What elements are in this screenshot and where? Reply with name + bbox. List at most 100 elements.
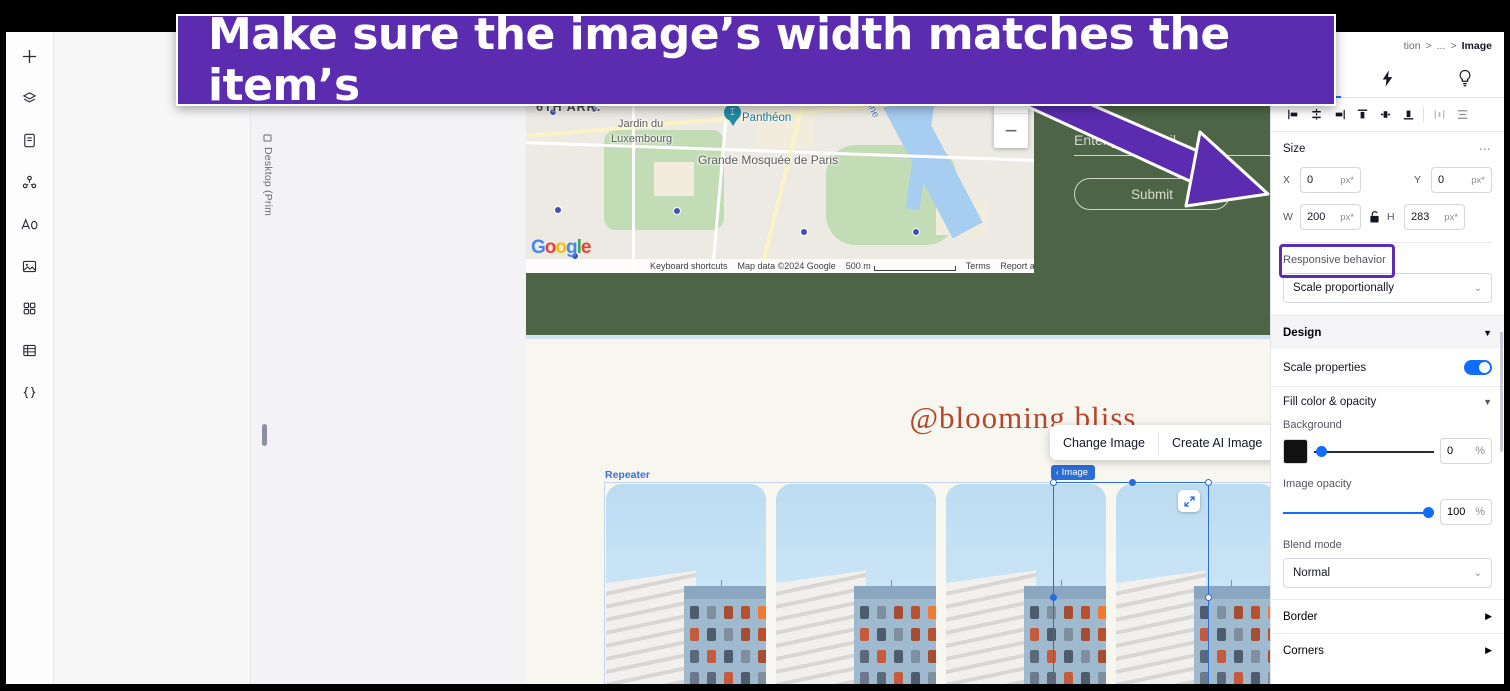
building-window — [707, 628, 716, 641]
map-keyboard-shortcuts[interactable]: Keyboard shortcuts — [650, 261, 728, 271]
text-theme-icon[interactable] — [14, 208, 46, 240]
repeater-card[interactable] — [946, 484, 1106, 684]
building-white — [1116, 570, 1206, 684]
background-label: Background — [1283, 419, 1342, 431]
background-color-swatch[interactable] — [1283, 438, 1308, 464]
breadcrumb-sep: > — [1425, 40, 1432, 52]
map-transit-dot — [800, 228, 808, 236]
y-unit: px* — [1471, 174, 1485, 186]
breadcrumb-sep: > — [1450, 40, 1457, 52]
building-window — [1047, 628, 1056, 641]
blend-mode-select[interactable]: Normal ⌄ — [1283, 558, 1492, 588]
background-row: 0 % — [1283, 438, 1492, 464]
design-section-header[interactable]: Design ▼ — [1271, 315, 1504, 349]
apps-icon[interactable] — [14, 292, 46, 324]
h-value: 283 — [1411, 211, 1430, 223]
site-structure-icon[interactable] — [14, 166, 46, 198]
inspector-scrollbar[interactable] — [1500, 332, 1503, 452]
create-ai-image-button[interactable]: Create AI Image — [1159, 425, 1270, 460]
size-more-options-icon[interactable]: ⋯ — [1479, 142, 1492, 156]
selection-tag[interactable]: ‹ Image — [1051, 465, 1096, 480]
layers-icon[interactable] — [14, 82, 46, 114]
building-window — [1217, 650, 1226, 663]
building-window — [741, 672, 750, 684]
align-middle-vertical-icon[interactable] — [1375, 104, 1395, 126]
border-section-header[interactable]: Border ▶ — [1271, 599, 1504, 633]
building-window — [741, 650, 750, 663]
map-terms-link[interactable]: Terms — [966, 261, 991, 271]
responsive-behavior-select[interactable]: Scale proportionally ⌄ — [1283, 273, 1492, 303]
breadcrumb-start[interactable]: tion — [1404, 40, 1421, 52]
background-opacity-field[interactable]: 0 % — [1440, 438, 1492, 464]
scale-properties-toggle[interactable] — [1464, 360, 1492, 375]
image-opacity-value: 100 — [1447, 506, 1466, 518]
building-window — [1064, 650, 1073, 663]
cms-icon[interactable] — [14, 334, 46, 366]
building-blue — [1194, 580, 1270, 684]
y-field[interactable]: 0 px* — [1431, 167, 1492, 193]
height-field[interactable]: 283 px* — [1404, 204, 1465, 230]
slider-knob[interactable] — [1423, 506, 1434, 518]
building-window — [911, 672, 920, 684]
responsive-behavior-label: Responsive behavior — [1283, 254, 1386, 266]
media-icon[interactable] — [14, 250, 46, 282]
pages-icon[interactable] — [14, 124, 46, 156]
map-label: Luxembourg — [611, 133, 673, 145]
aspect-lock-icon[interactable] — [1367, 210, 1381, 224]
canvas-left-resize-handle[interactable] — [262, 424, 267, 446]
building-window — [1064, 606, 1073, 619]
map-label: Grande Mosquée de Paris — [698, 153, 839, 167]
map-report-link[interactable]: Report a map error — [1000, 261, 1034, 271]
design-title: Design — [1283, 326, 1322, 339]
distribute-horizontal-icon[interactable] — [1429, 104, 1449, 126]
align-bottom-icon[interactable] — [1398, 104, 1418, 126]
expand-image-icon[interactable] — [1178, 490, 1200, 512]
corners-section-header[interactable]: Corners ▶ — [1271, 633, 1504, 667]
viewport-label-text: Desktop (Prim — [262, 147, 274, 217]
annotation-text: Make sure the image’s width matches the … — [208, 9, 1230, 111]
building-window — [860, 628, 869, 641]
add-icon[interactable] — [14, 40, 46, 72]
tab-interactions[interactable] — [1349, 60, 1427, 97]
breadcrumb-ellipsis[interactable]: ... — [1437, 40, 1446, 52]
building-window — [741, 628, 750, 641]
image-opacity-slider[interactable] — [1283, 506, 1434, 518]
image-opacity-unit: % — [1475, 506, 1485, 518]
building-window — [1251, 672, 1260, 684]
dev-mode-icon[interactable] — [14, 376, 46, 408]
repeater-card[interactable] — [1116, 484, 1270, 684]
change-image-button[interactable]: Change Image — [1050, 425, 1158, 460]
fill-section-header[interactable]: Fill color & opacity ▼ — [1283, 396, 1492, 408]
align-top-icon[interactable] — [1352, 104, 1372, 126]
slider-knob[interactable] — [1316, 445, 1327, 457]
background-opacity-value: 0 — [1447, 445, 1454, 457]
h-label: H — [1387, 211, 1395, 223]
image-opacity-row: 100 % — [1283, 499, 1492, 525]
tab-ideas[interactable] — [1426, 60, 1504, 97]
map-block — [654, 162, 694, 196]
blend-mode-label: Blend mode — [1283, 539, 1342, 551]
building-window — [724, 628, 733, 641]
building-window — [877, 628, 886, 641]
chevron-down-icon: ⌄ — [1473, 282, 1482, 294]
building-window — [1064, 628, 1073, 641]
repeater-card[interactable] — [606, 484, 766, 684]
toolbar-divider — [1423, 107, 1424, 122]
building-window — [877, 606, 886, 619]
building-window — [741, 606, 750, 619]
distribute-vertical-icon[interactable] — [1452, 104, 1472, 126]
building-window — [1098, 650, 1106, 663]
building-window — [894, 606, 903, 619]
map-zoom-out-button[interactable]: − — [994, 114, 1028, 148]
image-opacity-field[interactable]: 100 % — [1440, 499, 1492, 525]
building-window — [707, 606, 716, 619]
repeater-card-selected[interactable] — [776, 484, 936, 684]
image-float-toolbar[interactable]: Change Image Create AI Image ? ⋯ — [1050, 425, 1270, 460]
background-opacity-slider[interactable] — [1314, 445, 1434, 457]
map-label: Jardin du — [618, 118, 664, 130]
chevron-down-icon: ▼ — [1483, 397, 1492, 407]
viewport-label: Desktop (Prim — [258, 130, 280, 340]
building-window — [1098, 672, 1106, 684]
blend-mode-value: Normal — [1293, 567, 1331, 579]
chevron-right-icon: ▶ — [1485, 611, 1492, 621]
